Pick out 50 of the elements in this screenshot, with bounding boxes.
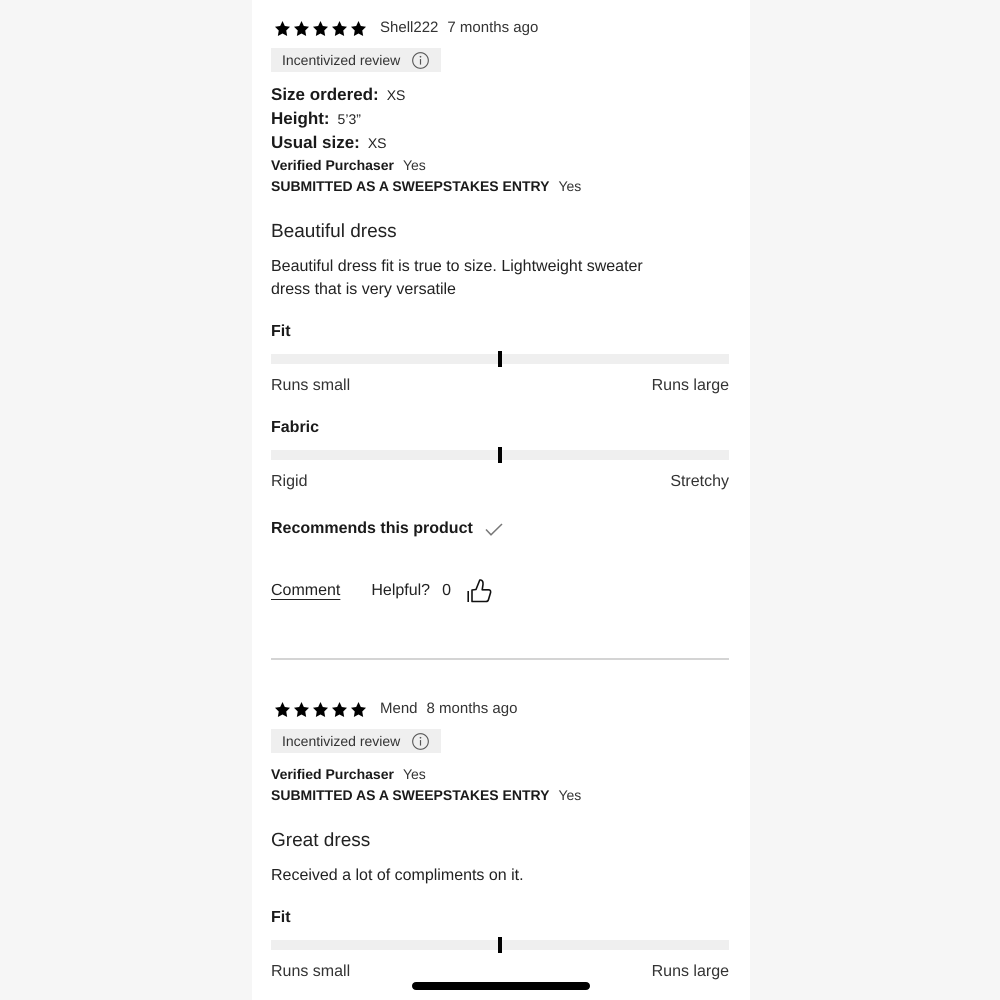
review-text: Beautiful dress fit is true to size. Lightweight sweater dress that is very versatile xyxy=(271,257,644,300)
tag-text: Incentivized review xyxy=(282,732,400,750)
review-date: 7 months ago xyxy=(447,19,538,37)
scale-min-label: Rigid xyxy=(271,472,308,492)
star-icon xyxy=(294,702,309,716)
star-icon xyxy=(332,20,347,36)
reviewer-name: Mend xyxy=(380,700,418,718)
review-text: Received a lot of compliments on it. xyxy=(271,866,525,886)
detail-label: Height: xyxy=(271,109,330,128)
review-title: Great dress xyxy=(271,829,372,853)
star-icon xyxy=(294,20,309,36)
helpful-count: 0 xyxy=(442,581,451,601)
detail-label: SUBMITTED AS A SWEEPSTAKES ENTRY xyxy=(271,787,550,803)
tag-text: Incentivized review xyxy=(282,51,400,69)
detail-value: XS xyxy=(368,135,386,151)
detail-label: SUBMITTED AS A SWEEPSTAKES ENTRY xyxy=(271,178,550,194)
rating-label: Fabric xyxy=(271,418,320,438)
detail-label: Size ordered: xyxy=(271,85,379,104)
helpful-label: Helpful? xyxy=(371,581,430,601)
thumbs-up-icon[interactable] xyxy=(466,579,492,603)
reviewer-name: Shell222 xyxy=(380,19,438,37)
star-icon xyxy=(351,702,366,716)
recommends-label: Recommends this product xyxy=(271,519,473,539)
scale-max-label: Runs large xyxy=(652,376,729,396)
rating-label: Fit xyxy=(271,908,292,928)
scale-max-label: Stretchy xyxy=(670,472,729,492)
detail-value: Yes xyxy=(558,787,582,803)
detail-label: Verified Purchaser xyxy=(271,157,394,173)
scale-min-label: Runs small xyxy=(271,962,350,982)
star-icon xyxy=(332,702,347,716)
comment-link[interactable]: Comment xyxy=(271,580,340,602)
rating-label: Fit xyxy=(271,322,292,342)
detail-label: Usual size: xyxy=(271,133,360,152)
star-icon xyxy=(351,20,366,36)
star-icon xyxy=(275,20,290,36)
detail-value: 5’3” xyxy=(338,111,361,127)
info-icon[interactable] xyxy=(412,52,430,68)
detail-value: XS xyxy=(386,87,406,103)
star-icon xyxy=(313,20,328,36)
scale-max-label: Runs large xyxy=(652,962,729,982)
detail-value: Yes xyxy=(558,178,582,194)
detail-value: Yes xyxy=(402,766,426,782)
review-date: 8 months ago xyxy=(426,700,518,718)
scale-min-label: Runs small xyxy=(271,376,350,396)
info-icon[interactable] xyxy=(412,732,430,750)
star-icon xyxy=(275,702,290,716)
detail-value: Yes xyxy=(402,157,426,173)
review-title: Beautiful dress xyxy=(271,220,398,244)
detail-label: Verified Purchaser xyxy=(271,766,394,782)
star-icon xyxy=(313,702,328,716)
